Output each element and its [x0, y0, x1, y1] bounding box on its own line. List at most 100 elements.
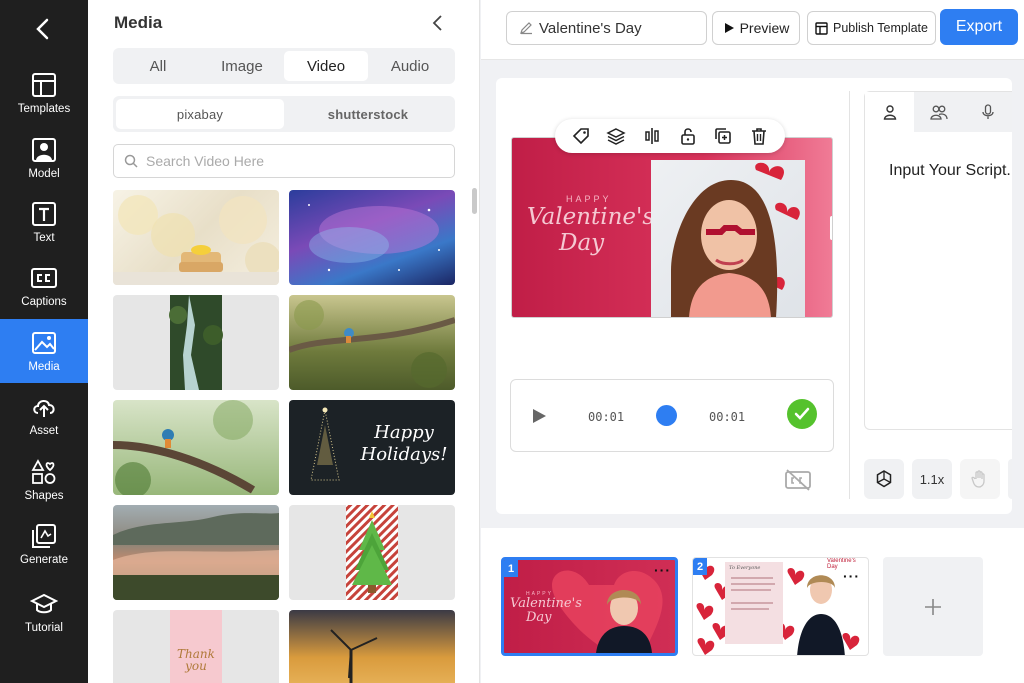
ai-script-button[interactable]: [864, 459, 904, 499]
more-icon[interactable]: ···: [843, 569, 860, 583]
media-source-tabs: pixabay shutterstock: [113, 96, 455, 132]
tab-single-speaker[interactable]: [865, 92, 914, 132]
tab-image[interactable]: Image: [200, 51, 284, 81]
openai-icon: [876, 470, 892, 488]
slide-thumbnail-2[interactable]: 2 Valentine's Day To Everyone ···: [692, 557, 869, 656]
slide-subtitle-text: To Everyone: [729, 565, 761, 571]
nav-item-asset[interactable]: Asset: [0, 383, 88, 447]
layers-icon[interactable]: [606, 126, 627, 146]
scrollbar[interactable]: [472, 188, 477, 214]
nav-item-tutorial[interactable]: Tutorial: [0, 580, 88, 644]
thumbnail-image: [289, 300, 455, 388]
slide-day-text: Day: [526, 610, 552, 625]
microphone-icon: [981, 104, 994, 119]
project-title-field[interactable]: Valentine's Day: [506, 11, 707, 45]
source-pixabay[interactable]: pixabay: [116, 99, 284, 129]
more-options-button[interactable]: [1008, 459, 1012, 499]
tab-multi-speaker[interactable]: [914, 92, 963, 132]
preview-label: Preview: [739, 20, 790, 36]
duplicate-icon[interactable]: [713, 126, 733, 146]
nav-label: Shapes: [24, 490, 64, 502]
source-shutterstock[interactable]: shutterstock: [284, 99, 452, 129]
nav-item-model[interactable]: Model: [0, 126, 88, 190]
confirm-button[interactable]: [787, 399, 817, 429]
plus-icon: [925, 598, 941, 615]
speed-button[interactable]: 1.1x: [912, 459, 952, 499]
nav-item-media[interactable]: Media: [0, 319, 88, 383]
gesture-button[interactable]: [960, 459, 1000, 499]
thumbnail-image: [169, 295, 223, 390]
panel-title: Media: [114, 13, 163, 32]
captions-icon: [31, 268, 57, 288]
tab-video[interactable]: Video: [284, 51, 368, 81]
video-thumbnail[interactable]: Thank you: [113, 610, 279, 683]
playhead[interactable]: [656, 405, 677, 426]
hand-icon: [971, 470, 985, 488]
video-thumbnail[interactable]: [289, 190, 455, 285]
preview-button[interactable]: Preview: [712, 11, 800, 45]
tab-all[interactable]: All: [116, 51, 200, 81]
slide-number: 1: [504, 560, 518, 577]
nav-item-shapes[interactable]: Shapes: [0, 448, 88, 512]
back-button[interactable]: [28, 14, 58, 44]
video-canvas[interactable]: HAPPY Valentine's Day: [511, 137, 833, 318]
search-input[interactable]: [146, 153, 436, 169]
script-input[interactable]: Input Your Script.: [889, 162, 1011, 180]
stage-happy-text: HAPPY: [566, 194, 612, 204]
top-bar: Valentine's Day Preview Publish Template…: [481, 0, 1024, 60]
nav-label: Captions: [21, 296, 67, 308]
people-icon: [929, 105, 948, 120]
total-time: 00:01: [709, 410, 746, 424]
nav-item-generate[interactable]: Generate: [0, 512, 88, 576]
script-panel: Input Your Script.: [864, 91, 1012, 430]
nav-label: Generate: [20, 554, 68, 566]
nav-item-captions[interactable]: Captions: [0, 254, 88, 318]
chevron-left-icon: [36, 18, 49, 40]
audio-player: 00:01 00:01: [510, 379, 834, 452]
script-tabs: [865, 92, 1012, 132]
video-thumbnail[interactable]: [113, 295, 279, 390]
align-center-icon[interactable]: [642, 126, 662, 146]
tab-audio[interactable]: Audio: [368, 51, 452, 81]
export-button[interactable]: Export: [940, 9, 1018, 45]
nav-label: Asset: [29, 425, 59, 437]
resize-handle[interactable]: [830, 216, 832, 240]
nav-item-templates[interactable]: Templates: [0, 61, 88, 125]
stage-day-text: Day: [559, 230, 605, 256]
play-icon[interactable]: [531, 408, 547, 424]
thumbnail-image: [346, 505, 398, 600]
avatar-video[interactable]: [651, 160, 805, 317]
caption-off-icon[interactable]: [784, 468, 812, 492]
thumbnail-image: [113, 195, 279, 285]
search-box: [113, 144, 455, 178]
add-slide-button[interactable]: [883, 557, 983, 656]
collapse-panel-button[interactable]: [428, 12, 448, 34]
slide-thumbnail-1[interactable]: 1 ··· HAPPY Valentine's Day: [501, 557, 678, 656]
publish-template-button[interactable]: Publish Template: [807, 11, 936, 45]
pencil-icon: [520, 22, 532, 35]
more-icon[interactable]: ···: [654, 563, 671, 577]
video-thumbnail[interactable]: [289, 610, 455, 683]
unlock-icon[interactable]: [678, 126, 698, 146]
avatar-image: [671, 162, 800, 317]
tab-voice-record[interactable]: [963, 92, 1012, 132]
video-thumbnail[interactable]: [289, 505, 455, 600]
chevron-left-icon: [432, 15, 442, 31]
trash-icon[interactable]: [749, 126, 769, 146]
video-thumbnail[interactable]: [113, 505, 279, 600]
video-thumbnail[interactable]: [289, 295, 455, 390]
nav-label: Tutorial: [25, 622, 63, 634]
video-thumbnail[interactable]: [113, 400, 279, 495]
person-icon: [883, 105, 896, 120]
generate-icon: [32, 524, 56, 548]
template-icon: [815, 21, 828, 35]
slide-title-text: Valentine's: [510, 596, 582, 611]
play-icon: [724, 23, 734, 33]
nav-item-text[interactable]: Text: [0, 190, 88, 254]
slides-timeline: 1 ··· HAPPY Valentine's Day 2 Valentine'…: [481, 528, 1024, 683]
shapes-icon: [31, 459, 56, 484]
model-icon: [32, 138, 56, 162]
tag-icon[interactable]: [571, 126, 591, 146]
video-thumbnail[interactable]: [113, 190, 279, 285]
video-thumbnail[interactable]: Happy Holidays!: [289, 400, 455, 495]
